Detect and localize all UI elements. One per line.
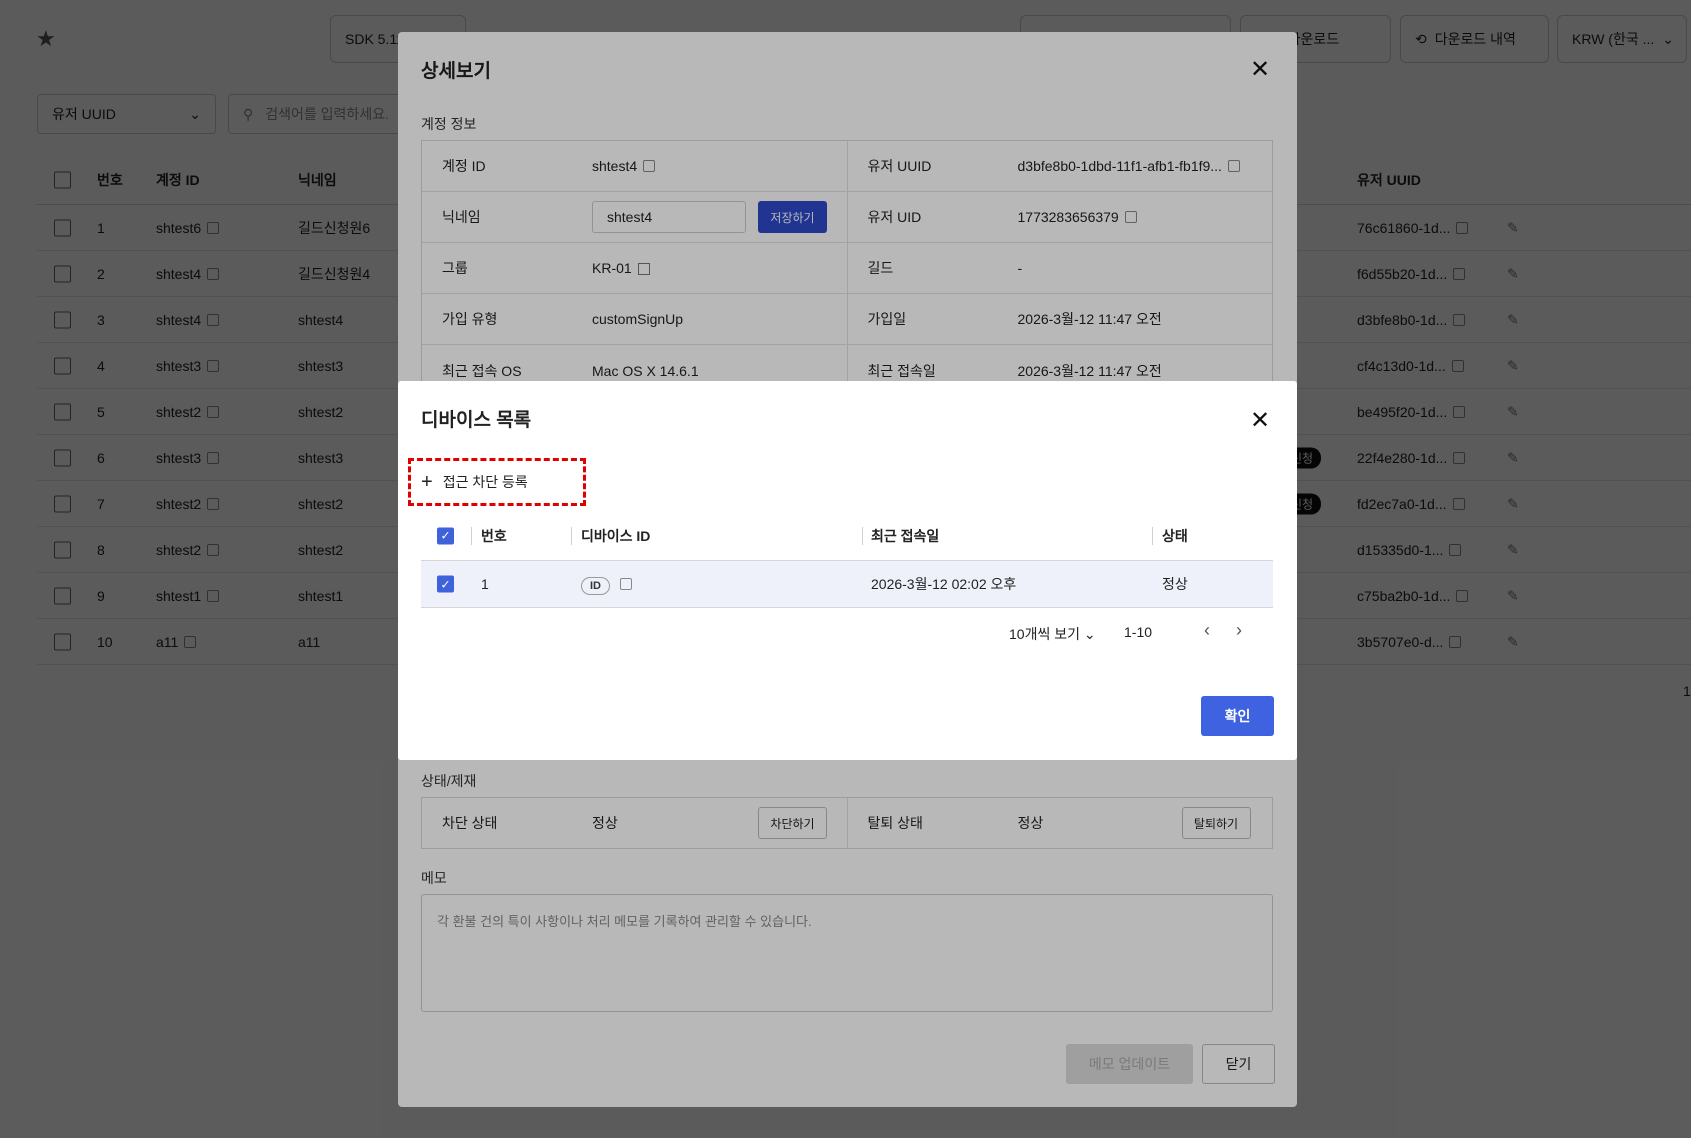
next-page-icon[interactable]: › (1236, 620, 1242, 641)
block-register-label: 접근 차단 등록 (442, 474, 528, 490)
prev-page-icon[interactable]: ‹ (1204, 620, 1210, 641)
copy-icon[interactable] (620, 578, 632, 591)
column-divider (862, 526, 863, 545)
row-checkbox[interactable]: ✓ (437, 575, 454, 593)
header-device-id: 디바이스 ID (581, 527, 651, 544)
block-register-button[interactable]: + 접근 차단 등록 (408, 458, 586, 506)
row-no: 1 (481, 576, 489, 592)
row-status: 정상 (1162, 576, 1188, 592)
page-size-select[interactable]: 10개씩 보기 ⌄ (1009, 624, 1096, 644)
row-last-access: 2026-3월-12 02:02 오후 (871, 576, 1017, 592)
header-status: 상태 (1162, 527, 1188, 544)
page-size-label: 10개씩 보기 (1009, 626, 1080, 642)
header-last-access: 최근 접속일 (871, 527, 940, 544)
device-list-modal: 디바이스 목록 ✕ + 접근 차단 등록 ✓ 번호 디바이스 ID 최근 접속일… (398, 381, 1297, 760)
chevron-down-icon: ⌄ (1083, 626, 1096, 642)
device-table-header: ✓ 번호 디바이스 ID 최근 접속일 상태 (421, 511, 1273, 561)
confirm-button[interactable]: 확인 (1201, 696, 1274, 736)
close-icon[interactable]: ✕ (1250, 409, 1270, 433)
device-table: ✓ 번호 디바이스 ID 최근 접속일 상태 ✓ 1 ID 2026-3월-12… (421, 511, 1273, 608)
device-modal-title: 디바이스 목록 (421, 410, 532, 431)
column-divider (1152, 526, 1153, 545)
select-all-checkbox[interactable]: ✓ (437, 527, 454, 544)
column-divider (571, 526, 572, 545)
page-range: 1-10 (1124, 624, 1153, 640)
plus-icon: + (421, 471, 433, 493)
table-row[interactable]: ✓ 1 ID 2026-3월-12 02:02 오후 정상 (421, 561, 1273, 608)
column-divider (471, 526, 472, 545)
device-id-chip[interactable]: ID (581, 577, 610, 595)
header-no: 번호 (481, 527, 507, 544)
